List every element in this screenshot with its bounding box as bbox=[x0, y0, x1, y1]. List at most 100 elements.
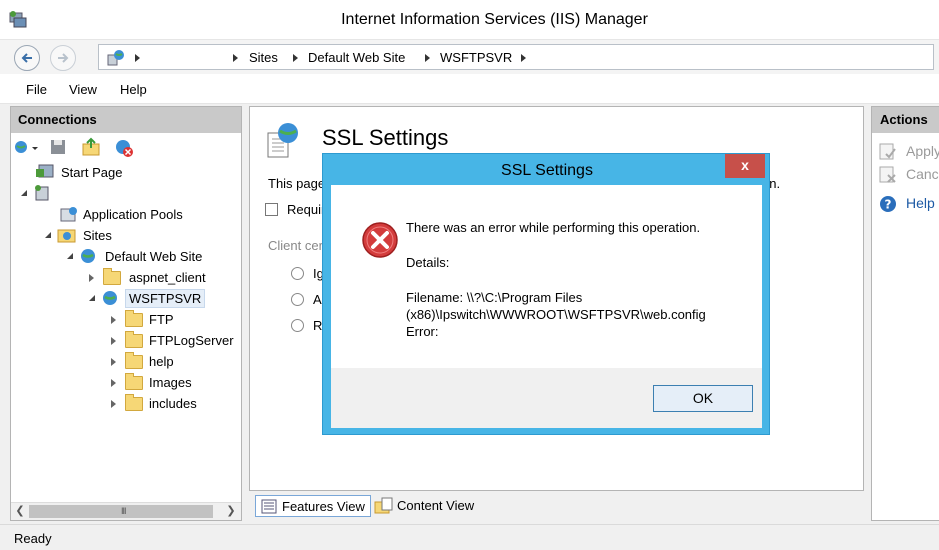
folder-icon bbox=[103, 268, 121, 285]
status-text: Ready bbox=[14, 531, 52, 546]
breadcrumb-arrow-icon[interactable] bbox=[233, 54, 238, 62]
client-cert-radio-require-label: R bbox=[313, 318, 323, 333]
scroll-left-button[interactable]: ❮ bbox=[12, 504, 28, 519]
status-bar: Ready bbox=[0, 524, 939, 550]
client-cert-radio-require[interactable] bbox=[291, 319, 304, 332]
expand-toggle-icon[interactable] bbox=[21, 190, 27, 196]
title-bar: Internet Information Services (IIS) Mana… bbox=[0, 0, 939, 40]
error-dialog: SSL Settings x There was an error while … bbox=[322, 153, 770, 435]
svg-text:?: ? bbox=[885, 198, 892, 212]
expand-toggle-icon[interactable] bbox=[111, 316, 116, 324]
error-label: Error: bbox=[406, 324, 439, 339]
dialog-body: There was an error while performing this… bbox=[331, 185, 762, 368]
application-pools-icon bbox=[60, 207, 77, 222]
tree-default-web-site-label: Default Web Site bbox=[105, 249, 203, 264]
connections-toolbar bbox=[13, 137, 241, 161]
scroll-right-button[interactable]: ❯ bbox=[223, 504, 239, 519]
ok-button[interactable]: OK bbox=[653, 385, 753, 412]
expand-toggle-icon[interactable] bbox=[89, 274, 94, 282]
disconnect-icon[interactable] bbox=[113, 137, 135, 159]
menu-bar: File View Help bbox=[0, 74, 939, 104]
breadcrumb-arrow-icon[interactable] bbox=[135, 54, 140, 62]
client-cert-radio-ignore[interactable] bbox=[291, 267, 304, 280]
forward-button[interactable] bbox=[50, 45, 76, 71]
menu-view[interactable]: View bbox=[69, 82, 97, 97]
tree-application-pools-label: Application Pools bbox=[83, 207, 183, 222]
breadcrumb-default-web-site[interactable]: Default Web Site bbox=[308, 50, 405, 65]
expand-toggle-icon[interactable] bbox=[89, 295, 95, 301]
expand-toggle-icon[interactable] bbox=[111, 400, 116, 408]
start-page-icon bbox=[36, 164, 54, 178]
require-ssl-label: Requir bbox=[287, 202, 326, 217]
tab-content-view-label: Content View bbox=[397, 498, 475, 513]
ssl-settings-icon bbox=[267, 123, 298, 158]
tree-folder-label: help bbox=[149, 354, 174, 369]
sites-folder-icon bbox=[57, 229, 76, 243]
expand-toggle-icon[interactable] bbox=[67, 253, 73, 259]
server-globe-icon bbox=[107, 50, 124, 66]
scroll-thumb[interactable]: III bbox=[29, 505, 213, 518]
tab-features-view-label: Features View bbox=[282, 499, 365, 514]
tree-start-page-label: Start Page bbox=[61, 165, 123, 180]
client-cert-radio-accept[interactable] bbox=[291, 293, 304, 306]
expand-toggle-icon[interactable] bbox=[111, 379, 116, 387]
help-icon: ? bbox=[880, 196, 896, 212]
error-icon bbox=[362, 222, 398, 258]
address-bar: Sites Default Web Site WSFTPSVR bbox=[0, 40, 939, 74]
address-box[interactable]: Sites Default Web Site WSFTPSVR bbox=[98, 44, 934, 70]
connections-header: Connections bbox=[11, 107, 241, 133]
content-view-icon bbox=[374, 497, 393, 514]
menu-file[interactable]: File bbox=[26, 82, 47, 97]
expand-toggle-icon[interactable] bbox=[45, 232, 51, 238]
folder-icon bbox=[125, 352, 143, 369]
breadcrumb-sites[interactable]: Sites bbox=[249, 50, 278, 65]
cancel-icon bbox=[879, 166, 896, 183]
expand-toggle-icon[interactable] bbox=[111, 337, 116, 345]
tree-folder-label: Images bbox=[149, 375, 192, 390]
folder-icon bbox=[125, 373, 143, 390]
server-icon bbox=[35, 185, 49, 201]
dialog-close-button[interactable]: x bbox=[725, 154, 765, 178]
back-button[interactable] bbox=[14, 45, 40, 71]
connect-icon[interactable] bbox=[13, 137, 41, 157]
expand-toggle-icon[interactable] bbox=[111, 358, 116, 366]
client-cert-radio-accept-label: A bbox=[313, 292, 322, 307]
breadcrumb-arrow-icon[interactable] bbox=[521, 54, 526, 62]
horizontal-scrollbar[interactable]: ❮ III ❯ bbox=[11, 502, 241, 520]
breadcrumb-arrow-icon[interactable] bbox=[293, 54, 298, 62]
tree-sites-label: Sites bbox=[83, 228, 112, 243]
breadcrumb-arrow-icon[interactable] bbox=[425, 54, 430, 62]
arrow-right-icon bbox=[58, 53, 69, 63]
view-tabs: Features View Content View bbox=[249, 493, 864, 521]
tree-folder-label: FTP bbox=[149, 312, 174, 327]
tree-wsftpsvr-label: WSFTPSVR bbox=[125, 289, 206, 308]
globe-icon bbox=[81, 249, 95, 263]
require-ssl-checkbox[interactable] bbox=[265, 203, 278, 216]
window-title: Internet Information Services (IIS) Mana… bbox=[341, 11, 648, 28]
dialog-title: SSL Settings bbox=[501, 162, 593, 179]
breadcrumb-wsftpsvr[interactable]: WSFTPSVR bbox=[440, 50, 512, 65]
menu-help[interactable]: Help bbox=[120, 82, 147, 97]
tree-folder-label: includes bbox=[149, 396, 197, 411]
folder-up-icon[interactable] bbox=[81, 137, 101, 157]
details-label: Details: bbox=[406, 255, 450, 270]
apply-icon bbox=[879, 143, 896, 160]
filename-line-2: (x86)\Ipswitch\WWWROOT\WSFTPSVR\web.conf… bbox=[406, 307, 706, 322]
page-title: SSL Settings bbox=[322, 125, 449, 150]
folder-icon bbox=[125, 331, 143, 348]
actions-header: Actions bbox=[872, 107, 939, 133]
scroll-grip: III bbox=[121, 506, 126, 516]
page-description: This page bbox=[268, 176, 326, 191]
action-cancel-label: Canc bbox=[906, 166, 939, 182]
tree-folder-label: FTPLogServer bbox=[149, 333, 234, 348]
dialog-footer: OK bbox=[331, 368, 762, 428]
features-view-icon bbox=[261, 499, 277, 514]
connections-pane: Connections Start Page Application Pools… bbox=[10, 106, 242, 521]
save-icon[interactable] bbox=[49, 138, 67, 156]
action-apply-label: Apply bbox=[906, 143, 939, 159]
actions-pane: Actions Apply Canc ? Help bbox=[871, 106, 939, 521]
tab-features-view[interactable]: Features View bbox=[255, 495, 371, 517]
filename-line-1: Filename: \\?\C:\Program Files bbox=[406, 290, 583, 305]
folder-icon bbox=[125, 310, 143, 327]
tab-content-view[interactable]: Content View bbox=[371, 495, 479, 517]
